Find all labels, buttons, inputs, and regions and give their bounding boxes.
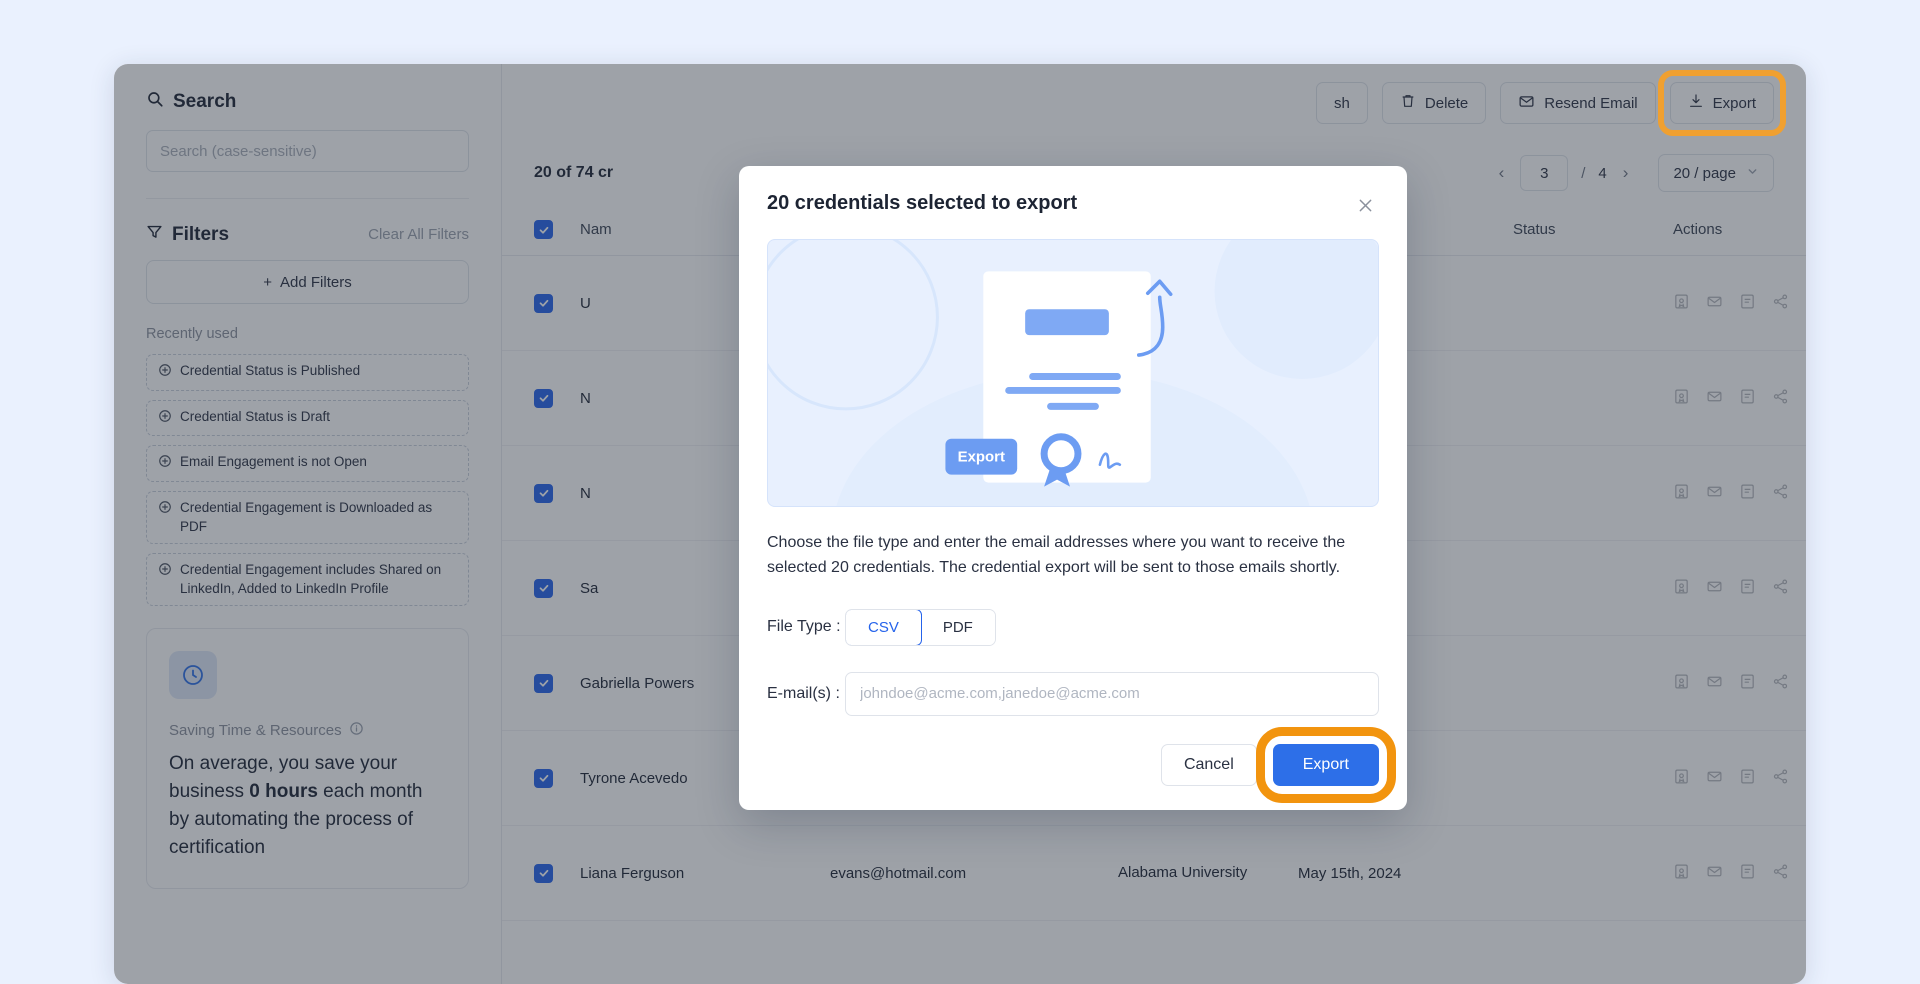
- export-modal: 20 credentials selected to export: [739, 166, 1407, 810]
- file-type-label: File Type :: [767, 618, 845, 636]
- email-input[interactable]: [845, 672, 1379, 716]
- modal-body-text: Choose the file type and enter the email…: [767, 531, 1379, 581]
- close-icon[interactable]: [1352, 192, 1379, 219]
- app-window: Search Filters Clear All Filters + Add F…: [114, 64, 1806, 984]
- file-type-option-csv[interactable]: CSV: [845, 609, 922, 646]
- modal-header: 20 credentials selected to export: [767, 192, 1379, 219]
- file-type-option-pdf[interactable]: PDF: [921, 610, 995, 645]
- export-illustration-svg: Export: [768, 240, 1378, 506]
- email-label: E-mail(s) :: [767, 685, 845, 703]
- modal-export-wrapper: Export: [1273, 744, 1379, 786]
- file-type-segmented-control: CSV PDF: [845, 609, 996, 646]
- export-illustration: Export: [767, 239, 1379, 507]
- file-type-row: File Type : CSV PDF: [767, 609, 1379, 646]
- illustration-export-label: Export: [958, 449, 1005, 466]
- modal-export-button[interactable]: Export: [1273, 744, 1379, 786]
- email-row: E-mail(s) :: [767, 672, 1379, 716]
- modal-title: 20 credentials selected to export: [767, 192, 1077, 215]
- modal-footer: Cancel Export: [767, 742, 1379, 786]
- cancel-button[interactable]: Cancel: [1161, 744, 1257, 786]
